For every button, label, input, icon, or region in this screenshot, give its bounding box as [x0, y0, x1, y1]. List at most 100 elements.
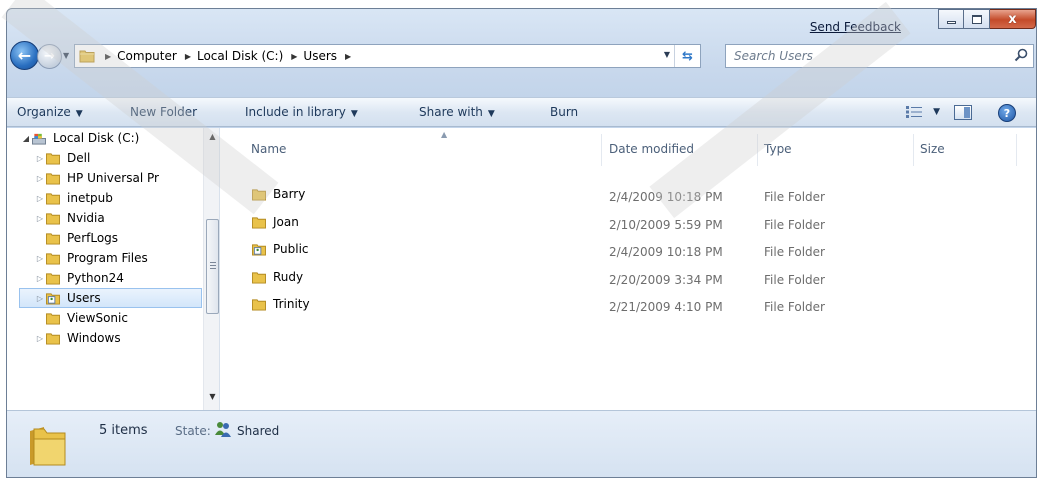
file-row-public[interactable]: Public 2/4/2009 10:18 PM File Folder — [221, 239, 1036, 261]
file-row-barry[interactable]: Barry 2/4/2009 10:18 PM File Folder — [221, 184, 1036, 206]
send-feedback-link[interactable]: Send Feedback — [810, 20, 901, 34]
back-button[interactable]: ← — [10, 41, 39, 70]
expand-arrow-icon[interactable]: ▷ — [35, 154, 45, 163]
collapse-arrow-icon[interactable]: ◢ — [21, 134, 31, 143]
column-header-name[interactable]: Name — [251, 142, 286, 156]
file-date: 2/21/2009 4:10 PM — [609, 300, 723, 314]
folder-icon — [252, 298, 266, 311]
file-row-joan[interactable]: Joan 2/10/2009 5:59 PM File Folder — [221, 212, 1036, 234]
refresh-button[interactable]: ⇆ — [674, 45, 700, 67]
scroll-down-arrow-icon[interactable]: ▼ — [204, 392, 219, 401]
column-header-date[interactable]: Date modified — [609, 142, 694, 156]
maximize-button[interactable] — [964, 9, 990, 29]
column-divider[interactable] — [1016, 134, 1017, 166]
new-folder-button[interactable]: New Folder — [130, 105, 197, 119]
address-history-dropdown[interactable]: ▼ — [664, 50, 670, 59]
large-folder-icon — [30, 427, 66, 466]
file-date: 2/4/2009 10:18 PM — [609, 245, 723, 259]
tree-item-inetpub[interactable]: ▷ inetpub — [35, 188, 219, 208]
column-divider[interactable] — [913, 134, 914, 166]
chevron-down-icon: ▼ — [487, 109, 495, 119]
file-type: File Folder — [764, 218, 825, 232]
expand-arrow-icon[interactable]: ▷ — [35, 294, 45, 303]
folder-icon — [46, 252, 60, 265]
folder-icon — [252, 271, 266, 284]
tree-item-users[interactable]: ▷ Users — [19, 288, 202, 308]
close-button[interactable]: x — [990, 9, 1036, 29]
preview-pane-icon[interactable] — [954, 105, 972, 120]
minimize-button[interactable] — [938, 9, 964, 29]
column-header-size[interactable]: Size — [920, 142, 945, 156]
tree-item-label: Python24 — [67, 271, 124, 285]
folder-icon — [46, 332, 60, 345]
tree-item-viewsonic[interactable]: ViewSonic — [35, 308, 219, 328]
tree-item-perflogs[interactable]: PerfLogs — [35, 228, 219, 248]
tree-item-hp-universal[interactable]: ▷ HP Universal Pr — [35, 168, 219, 188]
folder-icon — [46, 172, 60, 185]
burn-button[interactable]: Burn — [550, 105, 578, 119]
navigation-pane: ◢ Local Disk (C:) ▷ Dell ▷ HP Universal … — [7, 128, 220, 410]
file-name-label: Barry — [273, 187, 306, 201]
file-date: 2/4/2009 10:18 PM — [609, 190, 723, 204]
view-options-dropdown[interactable]: ▼ — [933, 107, 940, 117]
minimize-icon — [946, 20, 956, 24]
tree-item-local-disk[interactable]: ◢ Local Disk (C:) — [21, 128, 216, 148]
navigation-bar: ← → ▼ ▶ Computer ▶ Local Disk (C:) ▶ Use… — [7, 41, 1036, 71]
include-in-library-label: Include in library — [245, 105, 346, 119]
folder-icon — [46, 152, 60, 165]
column-header-type[interactable]: Type — [764, 142, 792, 156]
folder-icon — [252, 216, 266, 229]
forward-button[interactable]: → — [37, 44, 62, 69]
scroll-up-arrow-icon[interactable]: ▲ — [204, 132, 219, 141]
file-list: ▲ Name Date modified Type Size Barry 2/4… — [221, 128, 1036, 410]
breadcrumb-local-disk[interactable]: Local Disk (C:) — [197, 49, 283, 63]
close-icon: x — [1008, 11, 1017, 27]
tree-item-python24[interactable]: ▷ Python24 — [35, 268, 219, 288]
content-area: ◢ Local Disk (C:) ▷ Dell ▷ HP Universal … — [7, 128, 1036, 410]
maximize-icon — [971, 14, 982, 24]
expand-arrow-icon[interactable]: ▷ — [35, 334, 45, 343]
help-icon[interactable]: ? — [998, 104, 1016, 122]
file-row-rudy[interactable]: Rudy 2/20/2009 3:34 PM File Folder — [221, 267, 1036, 289]
file-row-trinity[interactable]: Trinity 2/21/2009 4:10 PM File Folder — [221, 294, 1036, 316]
breadcrumb-arrow-icon[interactable]: ▶ — [345, 52, 351, 61]
column-divider[interactable] — [601, 134, 602, 166]
search-input[interactable] — [726, 45, 996, 67]
expand-arrow-icon[interactable]: ▷ — [35, 254, 45, 263]
tree-item-label: inetpub — [67, 191, 113, 205]
address-bar[interactable]: ▶ Computer ▶ Local Disk (C:) ▶ Users ▶ ▼… — [74, 44, 701, 68]
tree-item-windows[interactable]: ▷ Windows — [35, 328, 219, 348]
shared-users-icon — [215, 422, 231, 437]
tree-item-label: Local Disk (C:) — [53, 131, 140, 145]
folder-icon — [46, 272, 60, 285]
breadcrumb-arrow-icon[interactable]: ▶ — [291, 52, 297, 61]
expand-arrow-icon[interactable]: ▷ — [35, 274, 45, 283]
expand-arrow-icon[interactable]: ▷ — [35, 194, 45, 203]
breadcrumb-arrow-icon[interactable]: ▶ — [105, 52, 111, 61]
tree-scrollbar[interactable]: ▲ ▼ — [203, 128, 219, 410]
expand-arrow-icon[interactable]: ▷ — [35, 174, 45, 183]
search-box[interactable] — [725, 44, 1034, 68]
scrollbar-thumb[interactable] — [206, 219, 219, 314]
grip-icon — [210, 262, 216, 269]
tree-item-nvidia[interactable]: ▷ Nvidia — [35, 208, 219, 228]
tree-item-program-files[interactable]: ▷ Program Files — [35, 248, 219, 268]
expand-arrow-icon[interactable]: ▷ — [35, 214, 45, 223]
file-name-label: Trinity — [273, 297, 310, 311]
title-bar: Send Feedback x — [7, 9, 1036, 39]
tree-item-label: Program Files — [67, 251, 148, 265]
change-view-icon[interactable] — [906, 106, 922, 118]
file-name: Rudy — [251, 270, 303, 284]
file-name-label: Public — [273, 242, 309, 256]
share-with-menu[interactable]: Share with ▼ — [419, 105, 495, 119]
breadcrumb-arrow-icon[interactable]: ▶ — [185, 52, 191, 61]
breadcrumb-computer[interactable]: Computer — [117, 49, 177, 63]
column-divider[interactable] — [757, 134, 758, 166]
file-type: File Folder — [764, 273, 825, 287]
tree-item-dell[interactable]: ▷ Dell — [35, 148, 219, 168]
include-in-library-menu[interactable]: Include in library ▼ — [245, 105, 358, 119]
folder-icon — [46, 192, 60, 205]
breadcrumb-users[interactable]: Users — [303, 49, 337, 63]
organize-menu[interactable]: Organize ▼ — [17, 105, 83, 119]
recent-pages-dropdown[interactable]: ▼ — [63, 51, 69, 60]
